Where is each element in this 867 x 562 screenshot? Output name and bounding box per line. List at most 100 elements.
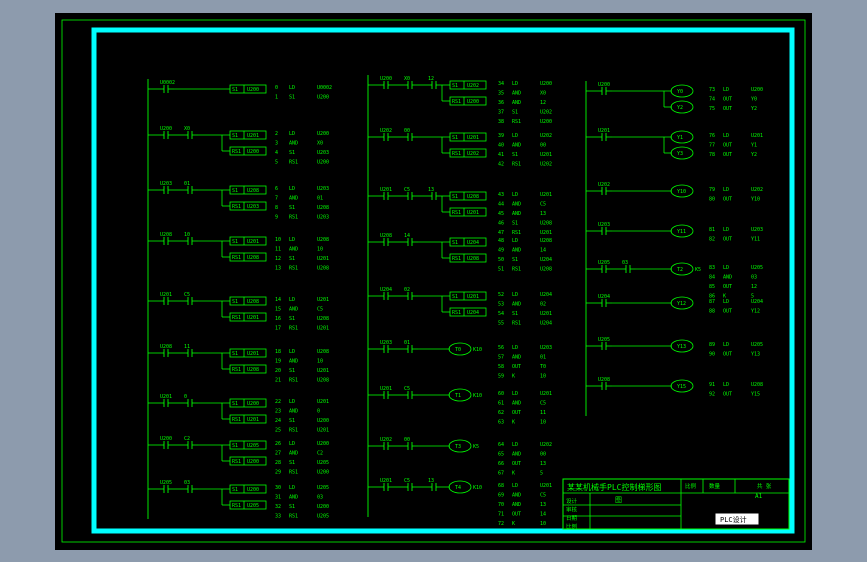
instruction-op: OUT	[512, 364, 521, 370]
instruction-op: LD	[512, 292, 518, 298]
step-number: 32	[275, 504, 281, 510]
coil-label: U202	[467, 151, 479, 157]
contact-label: U203	[160, 181, 172, 187]
coil-label: U201	[247, 351, 259, 357]
instruction-operand: 14	[540, 512, 546, 518]
contact-label: X0	[184, 126, 190, 132]
title-block: 某某机械手PLC控制梯形图图设计审核日期比例比例 数量共 张A1PLC设计	[562, 478, 790, 531]
contact-label: 00	[404, 437, 410, 443]
instruction-operand: U203	[751, 227, 763, 233]
coil-set-label: S1	[452, 135, 458, 141]
coil-label: U200	[247, 401, 259, 407]
step-number: 15	[275, 307, 281, 313]
title-block-cell: 比例	[685, 482, 697, 490]
coil-label: U208	[467, 256, 479, 262]
step-number: 85	[709, 284, 715, 290]
rung: U205 03T2 K5 83 LD U20584 AND 0385 OUT 1286 K 5	[586, 260, 763, 300]
step-number: 5	[275, 160, 278, 166]
coil-label: T2	[677, 267, 683, 273]
contact-label: 03	[184, 480, 190, 486]
contact-label: U208	[380, 233, 392, 239]
coil-set-label: RS1	[232, 204, 241, 210]
step-number: 37	[498, 110, 504, 116]
rung: U201 Y1 Y3 76 LD U201 77 OUT Y1 78 OUT Y2	[586, 128, 763, 160]
contact-label: U205	[160, 480, 172, 486]
instruction-op: AND	[512, 143, 521, 149]
contact-label: 13	[428, 478, 434, 484]
instruction-operand: U208	[317, 237, 329, 243]
coil-set-label: RS1	[452, 151, 461, 157]
instruction-operand: 13	[540, 502, 546, 508]
contact-label: 02	[404, 287, 410, 293]
rung: U204 Y12 87 LD U204 88 OUT Y12	[586, 294, 763, 315]
coil-set-label: S1	[452, 294, 458, 300]
instruction-op: LD	[512, 442, 518, 448]
step-number: 51	[498, 267, 504, 273]
step-number: 46	[498, 221, 504, 227]
instruction-op: AND	[289, 451, 298, 457]
instruction-operand: U203	[317, 150, 329, 156]
instruction-op: OUT	[723, 152, 732, 158]
step-number: 43	[498, 192, 504, 198]
step-number: 82	[709, 237, 715, 243]
inner-border	[91, 27, 795, 534]
rung: U201 0 S1 U200 RS1 U201 22 LD U201 23 AND 0 24 S1 U200…	[148, 394, 329, 434]
instruction-operand: U208	[317, 266, 329, 272]
contact-label: 12	[428, 76, 434, 82]
instruction-op: LD	[512, 391, 518, 397]
instruction-op: K	[512, 471, 515, 477]
contact-label: C5	[184, 292, 190, 298]
title-block-row: 比例	[566, 523, 578, 531]
coil-set-label: S1	[232, 351, 238, 357]
rung: U200 X0 S1 U201 RS1 U200 2 LD U200 3 AND X0 4 S1 U203 5…	[148, 126, 329, 166]
instruction-operand: 10	[317, 359, 323, 365]
step-number: 66	[498, 461, 504, 467]
instruction-operand: C2	[317, 451, 323, 457]
coil-label: U201	[247, 239, 259, 245]
instruction-op: LD	[289, 297, 295, 303]
coil-label: U201	[247, 315, 259, 321]
instruction-op: AND	[289, 495, 298, 501]
ladder-diagram: U0002 S1 U200 0 LD U0002 1 S1 U200 U200 X0 S1 U201 RS…	[61, 19, 806, 543]
instruction-op: LD	[512, 133, 518, 139]
instruction-op: LD	[723, 133, 729, 139]
step-number: 39	[498, 133, 504, 139]
instruction-operand: U201	[540, 230, 552, 236]
title-block-cell: 数量	[709, 482, 721, 490]
step-number: 78	[709, 152, 715, 158]
instruction-op: RS1	[512, 119, 521, 125]
coil-set-label: RS1	[452, 310, 461, 316]
contact-label: U201	[160, 292, 172, 298]
contact-label: U202	[380, 128, 392, 134]
step-number: 84	[709, 275, 715, 281]
step-number: 60	[498, 391, 504, 397]
timer-param: K10	[473, 485, 482, 491]
step-number: 61	[498, 401, 504, 407]
instruction-operand: 10	[540, 521, 546, 527]
instruction-op: LD	[289, 186, 295, 192]
contact-label: U201	[380, 478, 392, 484]
step-number: 72	[498, 521, 504, 527]
coil-label: U201	[247, 417, 259, 423]
step-number: 21	[275, 378, 281, 384]
instruction-op: LD	[512, 192, 518, 198]
rung: U205 Y13 89 LD U205 90 OUT Y13	[586, 337, 763, 358]
step-number: 33	[275, 514, 281, 520]
contact-label: U204	[380, 287, 392, 293]
instruction-op: LD	[512, 483, 518, 489]
coil-label: Y10	[677, 189, 686, 195]
instruction-op: LD	[289, 237, 295, 243]
instruction-op: RS1	[289, 266, 298, 272]
instruction-operand: U200	[317, 131, 329, 137]
instruction-op: S1	[289, 256, 295, 262]
instruction-op: RS1	[289, 215, 298, 221]
step-number: 45	[498, 211, 504, 217]
instruction-operand: U203	[540, 345, 552, 351]
step-number: 30	[275, 485, 281, 491]
instruction-op: OUT	[723, 284, 732, 290]
instruction-operand: C5	[540, 202, 546, 208]
instruction-operand: Y13	[751, 352, 760, 358]
instruction-operand: U208	[540, 238, 552, 244]
step-number: 49	[498, 248, 504, 254]
instruction-operand: U204	[540, 292, 552, 298]
